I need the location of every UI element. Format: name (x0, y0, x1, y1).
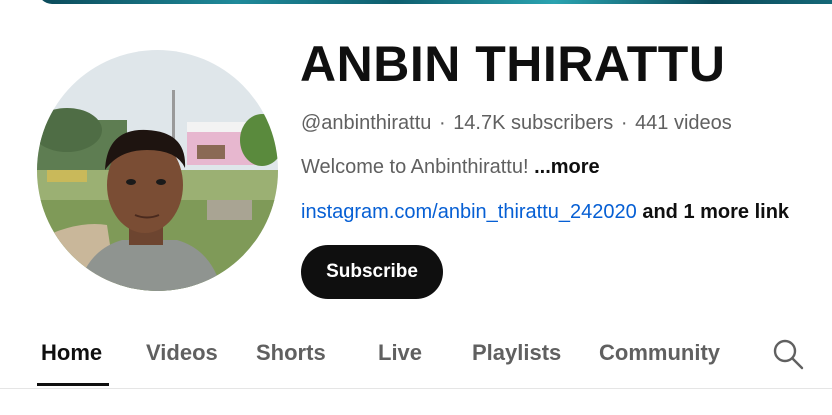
active-tab-indicator (37, 383, 109, 386)
description-text: Welcome to Anbinthirattu! (301, 156, 529, 178)
search-icon[interactable] (771, 337, 805, 371)
channel-handle: @anbinthirattu (301, 112, 432, 134)
avatar[interactable] (37, 50, 278, 291)
tab-community[interactable]: Community (599, 320, 720, 386)
channel-description[interactable]: Welcome to Anbinthirattu! ...more (301, 154, 600, 180)
channel-meta: @anbinthirattu · 14.7K subscribers · 441… (301, 110, 732, 136)
tab-shorts[interactable]: Shorts (256, 320, 326, 386)
channel-links: instagram.com/anbin_thirattu_242020 and … (301, 199, 789, 225)
subscribe-button[interactable]: Subscribe (301, 245, 443, 299)
instagram-link[interactable]: instagram.com/anbin_thirattu_242020 (301, 201, 637, 223)
more-links-link[interactable]: and 1 more link (642, 201, 789, 223)
tab-videos[interactable]: Videos (146, 320, 218, 386)
meta-separator: · (438, 112, 446, 134)
tab-home[interactable]: Home (41, 320, 102, 386)
channel-tabs: Home Videos Shorts Live Playlists Commun… (0, 320, 832, 389)
description-more-link[interactable]: ...more (534, 156, 600, 178)
tab-live[interactable]: Live (378, 320, 422, 386)
channel-banner (38, 0, 832, 4)
avatar-photo (37, 50, 278, 291)
tab-playlists[interactable]: Playlists (472, 320, 561, 386)
channel-name: ANBIN THIRATTU (300, 36, 726, 92)
video-count: 441 videos (635, 112, 732, 134)
meta-separator: · (620, 112, 628, 134)
subscriber-count: 14.7K subscribers (453, 112, 614, 134)
